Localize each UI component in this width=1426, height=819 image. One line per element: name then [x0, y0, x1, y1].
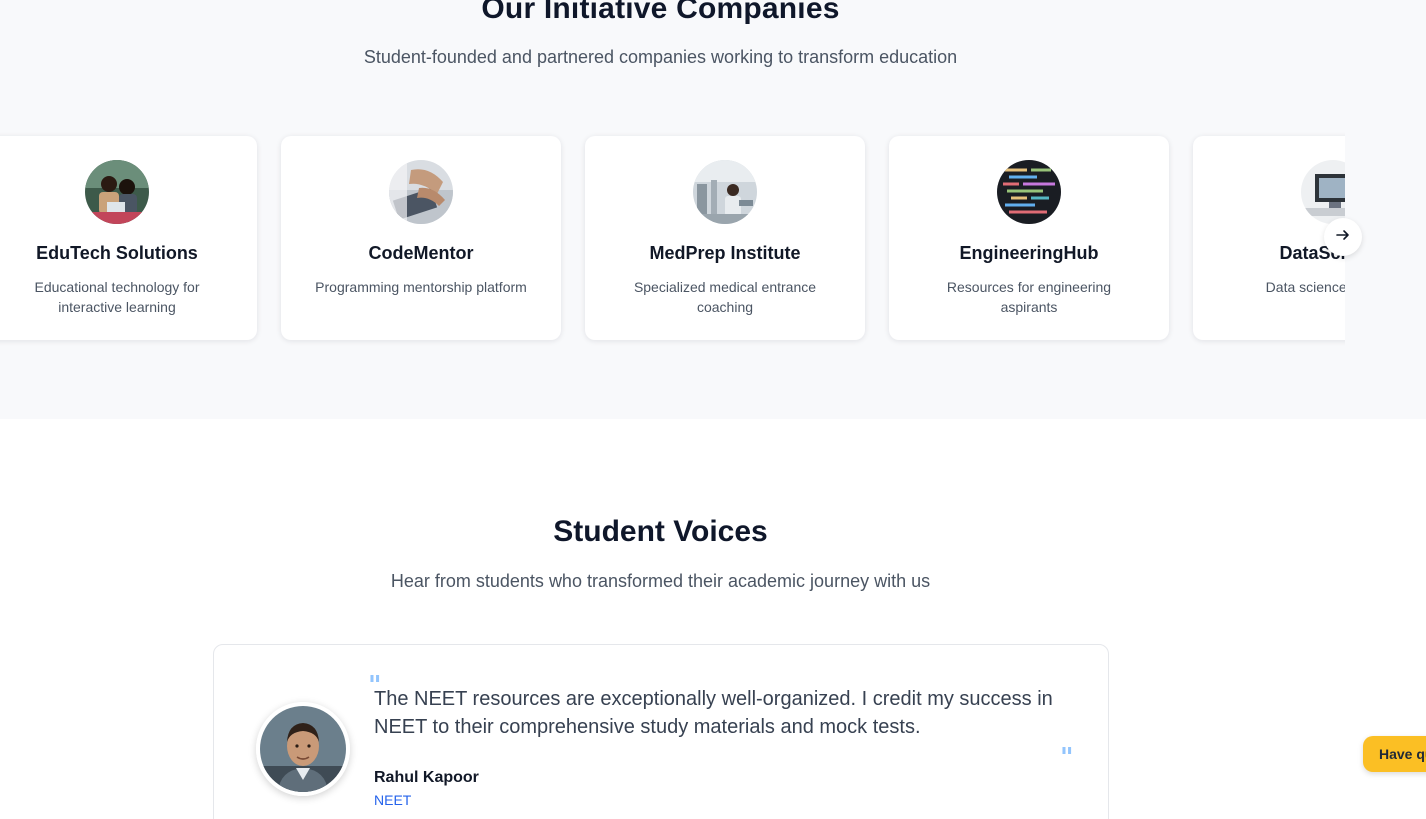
company-description: Resources for engineering aspirants [946, 279, 1112, 315]
company-card-engineeringhub[interactable]: EngineeringHub Resources for engineering… [889, 136, 1169, 340]
testimonial-card: " The NEET resources are exceptionally w… [213, 644, 1109, 819]
company-description: Programming mentorship platform [315, 279, 527, 295]
company-card-datascience[interactable]: DataScience Data science learning [1193, 136, 1345, 340]
avatar [256, 702, 350, 796]
arrow-right-icon [1335, 227, 1351, 248]
testimonial-quote: The NEET resources are exceptionally wel… [374, 688, 1053, 738]
carousel-next-button[interactable] [1324, 218, 1362, 256]
codementor-logo-icon [389, 160, 453, 224]
companies-section: Our Initiative Companies Student-founded… [0, 0, 1426, 419]
company-description: Educational technology for interactive l… [34, 279, 200, 315]
company-description: Specialized medical entrance coaching [633, 279, 817, 315]
datascience-logo-icon [1301, 160, 1345, 224]
quote-close-icon: " [1060, 743, 1074, 773]
company-name: CodeMentor [368, 243, 474, 263]
voices-subtitle: Hear from students who transformed their… [390, 571, 931, 591]
company-name: EngineeringHub [959, 243, 1099, 263]
company-card-codementor[interactable]: CodeMentor Programming mentorship platfo… [281, 136, 561, 340]
edutech-logo-icon [85, 160, 149, 224]
voices-title: Student Voices [553, 515, 768, 548]
medprep-logo-icon [693, 160, 757, 224]
testimonial-author: Rahul Kapoor [374, 769, 479, 786]
testimonial-program: NEET [374, 792, 412, 808]
companies-title: Our Initiative Companies [481, 0, 840, 25]
company-card-medprep[interactable]: MedPrep Institute Specialized medical en… [585, 136, 865, 340]
companies-subtitle: Student-founded and partnered companies … [363, 47, 958, 67]
company-description: Data science learning [1265, 279, 1345, 295]
engineeringhub-logo-icon [997, 160, 1061, 224]
have-questions-button[interactable]: Have questions? [1363, 736, 1426, 772]
company-card-edutech[interactable]: EduTech Solutions Educational technology… [0, 136, 257, 340]
company-name: MedPrep Institute [649, 243, 801, 263]
company-name: EduTech Solutions [36, 243, 198, 263]
company-name: DataScience [1279, 243, 1345, 263]
companies-carousel: EduTech Solutions Educational technology… [0, 120, 1345, 360]
